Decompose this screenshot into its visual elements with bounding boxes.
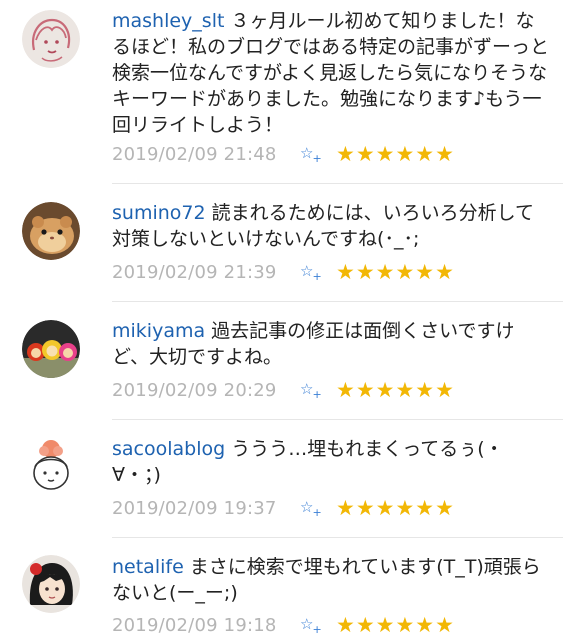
add-star-icon[interactable]: ☆+	[300, 262, 336, 283]
figurines-avatar-icon	[22, 320, 80, 378]
star-rating[interactable]: ★★★★★★	[336, 378, 455, 402]
comment-meta: 2019/02/09 21:39 ☆+ ★★★★★★	[112, 259, 455, 285]
avatar[interactable]	[22, 202, 80, 260]
comment-text: sumino72 読まれるためには、いろいろ分析して対策しないといけないんですね(…	[112, 200, 550, 252]
anime-girl-avatar-icon	[22, 555, 80, 613]
comment-timestamp[interactable]: 2019/02/09 19:18	[112, 615, 300, 636]
comment-text: netalife まさに検索で埋もれています(T_T)頑張らないと(ー_ー;)	[112, 554, 550, 606]
add-star-icon[interactable]: ☆+	[300, 615, 336, 636]
avatar[interactable]	[22, 10, 80, 68]
avatar[interactable]	[22, 320, 80, 378]
comment-timestamp[interactable]: 2019/02/09 21:39	[112, 262, 300, 283]
comment-text: mikiyama 過去記事の修正は面倒くさいですけど、大切ですよね。	[112, 318, 550, 370]
comment-meta: 2019/02/09 20:29 ☆+ ★★★★★★	[112, 377, 455, 403]
comment-meta: 2019/02/09 19:37 ☆+ ★★★★★★	[112, 495, 455, 521]
avatar[interactable]	[22, 555, 80, 613]
hamster-avatar-icon	[22, 202, 80, 260]
star-rating[interactable]: ★★★★★★	[336, 613, 455, 637]
divider	[112, 183, 563, 184]
comment-meta: 2019/02/09 21:48 ☆+ ★★★★★★	[112, 141, 455, 167]
divider	[112, 537, 563, 538]
comment-timestamp[interactable]: 2019/02/09 19:37	[112, 498, 300, 519]
username-link[interactable]: sacoolablog	[112, 438, 225, 460]
star-rating[interactable]: ★★★★★★	[336, 142, 455, 166]
star-rating[interactable]: ★★★★★★	[336, 496, 455, 520]
comment-text: sacoolablog ううう…埋もれまくってるぅ(・∀・；)	[112, 436, 550, 488]
add-star-plus: +	[312, 623, 322, 636]
add-star-icon[interactable]: ☆+	[300, 498, 336, 519]
avatar[interactable]	[22, 437, 80, 495]
add-star-icon[interactable]: ☆+	[300, 380, 336, 401]
star-rating[interactable]: ★★★★★★	[336, 260, 455, 284]
comment-text: mashley_slt ３ヶ月ルール初めて知りました！なるほど！私のブログではある…	[112, 8, 550, 138]
username-link[interactable]: netalife	[112, 556, 184, 578]
username-link[interactable]: mikiyama	[112, 320, 205, 342]
sketch-face-avatar-icon	[22, 10, 80, 68]
add-star-plus: +	[312, 152, 322, 165]
comment-meta: 2019/02/09 19:18 ☆+ ★★★★★★	[112, 612, 455, 638]
cartoon-girl-avatar-icon	[22, 437, 80, 495]
divider	[112, 419, 563, 420]
add-star-plus: +	[312, 506, 322, 519]
comment-timestamp[interactable]: 2019/02/09 21:48	[112, 144, 300, 165]
add-star-icon[interactable]: ☆+	[300, 144, 336, 165]
username-link[interactable]: sumino72	[112, 202, 206, 224]
divider	[112, 301, 563, 302]
comment-timestamp[interactable]: 2019/02/09 20:29	[112, 380, 300, 401]
add-star-plus: +	[312, 388, 322, 401]
add-star-plus: +	[312, 270, 322, 283]
username-link[interactable]: mashley_slt	[112, 10, 224, 32]
